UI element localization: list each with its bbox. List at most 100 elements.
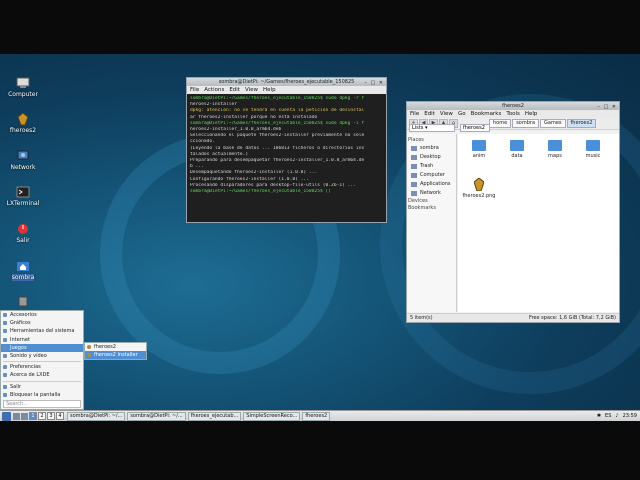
breadcrumb-fheroes2[interactable]: fheroes2 xyxy=(566,119,597,128)
fm-statusbar: 5 item(s) Free space: 1,6 GiB (Total: 7,… xyxy=(407,313,619,322)
menu-item-salir[interactable]: Salir xyxy=(1,383,83,391)
desktop-icon-logout[interactable]: Salir xyxy=(0,223,46,244)
file-manager-window[interactable]: fheroes2 – □ ✕ File Edit View Go Bookmarks To… xyxy=(406,101,620,323)
desktop-icon-network[interactable]: Network xyxy=(0,150,46,171)
path-value: fheroes2 xyxy=(463,125,485,131)
workspace-2[interactable]: 2 xyxy=(38,412,46,420)
file-item-fheroes2-png[interactable]: fheroes2.png xyxy=(462,178,496,199)
menu-item-juegos[interactable]: Juegos xyxy=(1,343,83,352)
taskbar: 1 2 3 4 sombra@DietPi: ~/... sombra@Diet… xyxy=(0,410,640,421)
terminal-line: (Leyendo la base de datos ... 186813 fic… xyxy=(190,145,365,151)
terminal-window[interactable]: sombra@DietPi: ~/Games/fheroes_ejecutabl… xyxy=(186,77,387,223)
games-submenu[interactable]: fheroes2 fheroes2 Installer xyxy=(84,342,147,360)
menu-edit[interactable]: Edit xyxy=(229,87,240,93)
terminal-line: sombra@DietPi:~/Games/fheroes_ejecutable… xyxy=(190,189,332,195)
sidebar-item-sombra[interactable]: sombra xyxy=(408,144,455,152)
menu-item-bloquear[interactable]: Bloquear la pantalla xyxy=(1,391,83,399)
file-manager-launcher-icon[interactable] xyxy=(13,412,20,420)
desktop-icon-fheroes2[interactable]: fheroes2 xyxy=(0,113,46,134)
menu-item-preferencias[interactable]: Preferencias xyxy=(1,363,83,371)
trash-icon xyxy=(411,163,417,169)
terminal-title: sombra@DietPi: ~/Games/fheroes_ejecutabl… xyxy=(218,79,355,85)
menu-search-input[interactable]: Search... xyxy=(3,399,81,408)
menu-edit[interactable]: Edit xyxy=(424,111,435,117)
terminal-output[interactable]: sombra@DietPi:~/Games/fheroes_ejecutable… xyxy=(187,94,386,197)
start-menu[interactable]: Accesorios Gráficos Herramientas del sis… xyxy=(0,310,84,410)
workspace-4[interactable]: 4 xyxy=(56,412,64,420)
breadcrumb-home[interactable]: home xyxy=(489,119,512,128)
file-item-maps[interactable]: maps xyxy=(538,140,572,159)
desktop-icon-trash[interactable] xyxy=(0,295,46,309)
menu-go[interactable]: Go xyxy=(458,111,466,117)
task-button-terminal-2[interactable]: sombra@DietPi: ~/... xyxy=(127,411,186,421)
menu-help[interactable]: Help xyxy=(525,111,538,117)
menu-actions[interactable]: Actions xyxy=(204,87,224,93)
window-controls[interactable]: – □ ✕ xyxy=(364,79,384,87)
menu-file[interactable]: File xyxy=(410,111,419,117)
sidebar-item-label: Network xyxy=(420,190,441,196)
submenu-item-fheroes2-installer[interactable]: fheroes2 Installer xyxy=(85,351,146,359)
desktop-icon-computer[interactable]: Computer xyxy=(0,77,46,98)
submenu-item-fheroes2[interactable]: fheroes2 xyxy=(85,343,146,351)
fm-titlebar[interactable]: fheroes2 – □ ✕ xyxy=(407,102,619,110)
fm-menubar: File Edit View Go Bookmarks Tools Help xyxy=(407,110,619,118)
desktop-icon-label: LXTerminal xyxy=(6,200,40,207)
task-button-fheroes2[interactable]: fheroes2 xyxy=(302,411,331,421)
terminal-titlebar[interactable]: sombra@DietPi: ~/Games/fheroes_ejecutabl… xyxy=(187,78,386,86)
status-item-count: 5 item(s) xyxy=(410,315,433,321)
menu-item-accesorios[interactable]: Accesorios xyxy=(1,311,83,319)
sidebar-item-network[interactable]: Network xyxy=(408,189,455,197)
window-controls[interactable]: – □ ✕ xyxy=(597,103,617,111)
menu-item-acerca[interactable]: Acerca de LXDE xyxy=(1,371,83,379)
keyboard-layout[interactable]: ES xyxy=(605,413,611,419)
desktop-icon-home[interactable]: sombra xyxy=(0,260,46,281)
path-entry[interactable]: fheroes2 xyxy=(460,124,490,132)
network-icon xyxy=(17,150,29,160)
clock[interactable]: 23:59 xyxy=(623,413,637,419)
terminal-icon xyxy=(16,186,30,198)
bookmarks-header: Bookmarks xyxy=(408,205,436,211)
sidebar-item-computer[interactable]: Computer xyxy=(408,171,455,179)
workspace-3[interactable]: 3 xyxy=(47,412,55,420)
menu-item-sonido[interactable]: Sonido y vídeo xyxy=(1,352,83,360)
minimize-all-icon[interactable] xyxy=(21,412,28,420)
sidebar-item-trash[interactable]: Trash xyxy=(408,162,455,170)
menu-tools[interactable]: Tools xyxy=(506,111,520,117)
task-button-screenrecorder[interactable]: SimpleScreenReco... xyxy=(243,411,301,421)
desktop-icon-terminal[interactable]: LXTerminal xyxy=(0,186,46,207)
side-pane-mode-select[interactable]: Lists ▾ xyxy=(409,124,455,132)
file-item-music[interactable]: music xyxy=(576,140,610,159)
bluetooth-icon[interactable]: ✱ xyxy=(597,413,601,419)
volume-icon[interactable]: ♪ xyxy=(615,413,618,419)
menu-item-herramientas[interactable]: Herramientas del sistema xyxy=(1,327,83,335)
sidebar-item-label: Desktop xyxy=(420,154,441,160)
menu-view[interactable]: View xyxy=(245,87,258,93)
menu-item-internet[interactable]: Internet xyxy=(1,336,83,344)
terminal-line: Seleccionando el paquete fheroes2-instal… xyxy=(190,133,365,139)
task-button-fheroes-folder[interactable]: fheroes_ejecutab... xyxy=(187,411,242,421)
file-item-anim[interactable]: anim xyxy=(462,140,496,159)
task-button-terminal-1[interactable]: sombra@DietPi: ~/... xyxy=(67,411,126,421)
menu-help[interactable]: Help xyxy=(263,87,276,93)
start-menu-button[interactable] xyxy=(2,411,11,421)
sidebar-item-desktop[interactable]: Desktop xyxy=(408,153,455,161)
fm-title: fheroes2 xyxy=(502,103,524,109)
fm-file-view[interactable]: anim data maps music fheroes2.png xyxy=(458,134,619,312)
menu-file[interactable]: File xyxy=(190,87,199,93)
menu-view[interactable]: View xyxy=(440,111,453,117)
breadcrumb-games[interactable]: Games xyxy=(540,119,566,128)
file-item-label: music xyxy=(585,153,601,159)
folder-icon xyxy=(510,140,524,151)
computer-icon xyxy=(411,172,417,178)
letterbox-bottom xyxy=(0,421,640,480)
file-item-label: data xyxy=(511,153,523,159)
file-item-data[interactable]: data xyxy=(500,140,534,159)
workspace-1[interactable]: 1 xyxy=(29,412,37,420)
home-folder-icon xyxy=(17,262,29,271)
folder-icon xyxy=(472,140,486,151)
menu-item-graficos[interactable]: Gráficos xyxy=(1,319,83,327)
status-free-space: Free space: 1,6 GiB (Total: 7,2 GiB) xyxy=(528,315,616,321)
menu-bookmarks[interactable]: Bookmarks xyxy=(471,111,502,117)
sidebar-item-applications[interactable]: Applications xyxy=(408,180,455,188)
breadcrumb-sombra[interactable]: sombra xyxy=(512,119,540,128)
